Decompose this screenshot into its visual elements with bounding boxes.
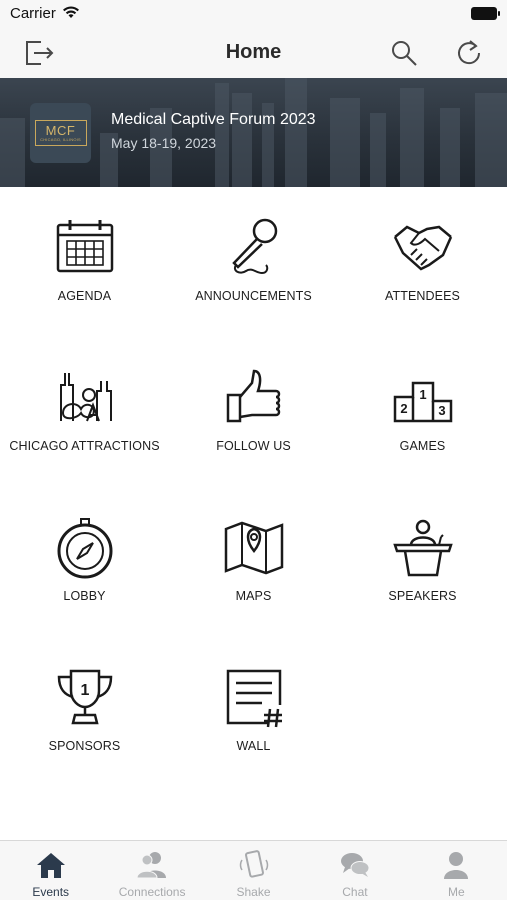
tile-chicago-attractions[interactable]: CHICAGO ATTRACTIONS (0, 337, 169, 467)
calendar-icon (56, 220, 113, 273)
handshake-icon (393, 225, 452, 271)
page-title: Home (225, 41, 282, 63)
tile-games[interactable]: 1 2 3 GAMES (338, 337, 507, 467)
map-icon (224, 521, 283, 575)
tile-lobby[interactable]: LOBBY (0, 487, 169, 617)
search-icon (392, 41, 417, 66)
trophy-icon: 1 (57, 669, 112, 725)
chicago-skyline-icon (59, 373, 112, 422)
tile-label: FOLLOW US (216, 439, 291, 453)
person-icon (444, 852, 469, 879)
carrier-label: Carrier (10, 5, 56, 22)
event-logo: MCF CHICAGO, ILLINOIS (30, 103, 91, 163)
microphone-icon (231, 218, 277, 275)
tile-label: SPEAKERS (388, 589, 457, 603)
battery-icon (471, 7, 500, 20)
thumbs-up-icon (226, 369, 280, 423)
tab-chat[interactable]: Chat (304, 841, 405, 900)
tile-wall[interactable]: WALL (169, 637, 338, 767)
tab-label: Chat (342, 885, 368, 899)
tile-label: GAMES (399, 439, 446, 453)
tile-label: ANNOUNCEMENTS (195, 289, 312, 303)
podium-icon: 1 2 3 (393, 381, 452, 423)
tile-attendees[interactable]: ATTENDEES (338, 187, 507, 317)
tile-sponsors[interactable]: 1 SPONSORS (0, 637, 169, 767)
tile-label: LOBBY (63, 589, 106, 603)
tab-connections[interactable]: Connections (101, 841, 202, 900)
tile-label: CHICAGO ATTRACTIONS (9, 439, 160, 453)
wall-post-icon (226, 669, 282, 728)
shake-phone-icon (239, 850, 268, 878)
svg-text:3: 3 (438, 403, 445, 418)
status-bar: Carrier (0, 0, 507, 28)
wifi-icon (62, 5, 80, 24)
tile-speakers[interactable]: SPEAKERS (338, 487, 507, 617)
refresh-button[interactable] (452, 36, 486, 70)
tab-shake[interactable]: Shake (203, 841, 304, 900)
logo-subtext: CHICAGO, ILLINOIS (40, 137, 81, 142)
tab-me[interactable]: Me (406, 841, 507, 900)
tab-events[interactable]: Events (0, 841, 101, 900)
tile-label: SPONSORS (48, 739, 121, 753)
tile-label: AGENDA (57, 289, 112, 303)
tile-follow-us[interactable]: FOLLOW US (169, 337, 338, 467)
tile-label: ATTENDEES (385, 289, 460, 303)
tile-label: WALL (236, 739, 271, 753)
refresh-icon (458, 40, 481, 65)
navigation-bar: Home (0, 28, 507, 78)
logo-text: MCF (45, 123, 76, 138)
svg-text:2: 2 (400, 401, 407, 416)
tab-label: Connections (118, 885, 186, 899)
house-icon (36, 853, 65, 878)
chat-bubbles-icon (340, 853, 370, 877)
tile-label: MAPS (235, 589, 272, 603)
event-title: Medical Captive Forum 2023 (111, 111, 316, 128)
tab-label: Me (447, 885, 465, 899)
event-date: May 18-19, 2023 (111, 135, 217, 151)
search-button[interactable] (387, 36, 421, 70)
tab-bar: Events Connections Shake Chat Me (0, 840, 507, 900)
tile-maps[interactable]: MAPS (169, 487, 338, 617)
tab-label: Events (32, 885, 70, 899)
speaker-podium-icon (392, 519, 453, 577)
svg-text:1: 1 (80, 682, 89, 699)
svg-text:1: 1 (419, 387, 426, 402)
people-icon (136, 852, 167, 879)
tile-agenda[interactable]: AGENDA (0, 187, 169, 317)
tab-label: Shake (236, 885, 271, 899)
event-banner[interactable]: MCF CHICAGO, ILLINOIS Medical Captive Fo… (0, 78, 507, 187)
compass-icon (57, 518, 112, 579)
tile-announcements[interactable]: ANNOUNCEMENTS (169, 187, 338, 317)
